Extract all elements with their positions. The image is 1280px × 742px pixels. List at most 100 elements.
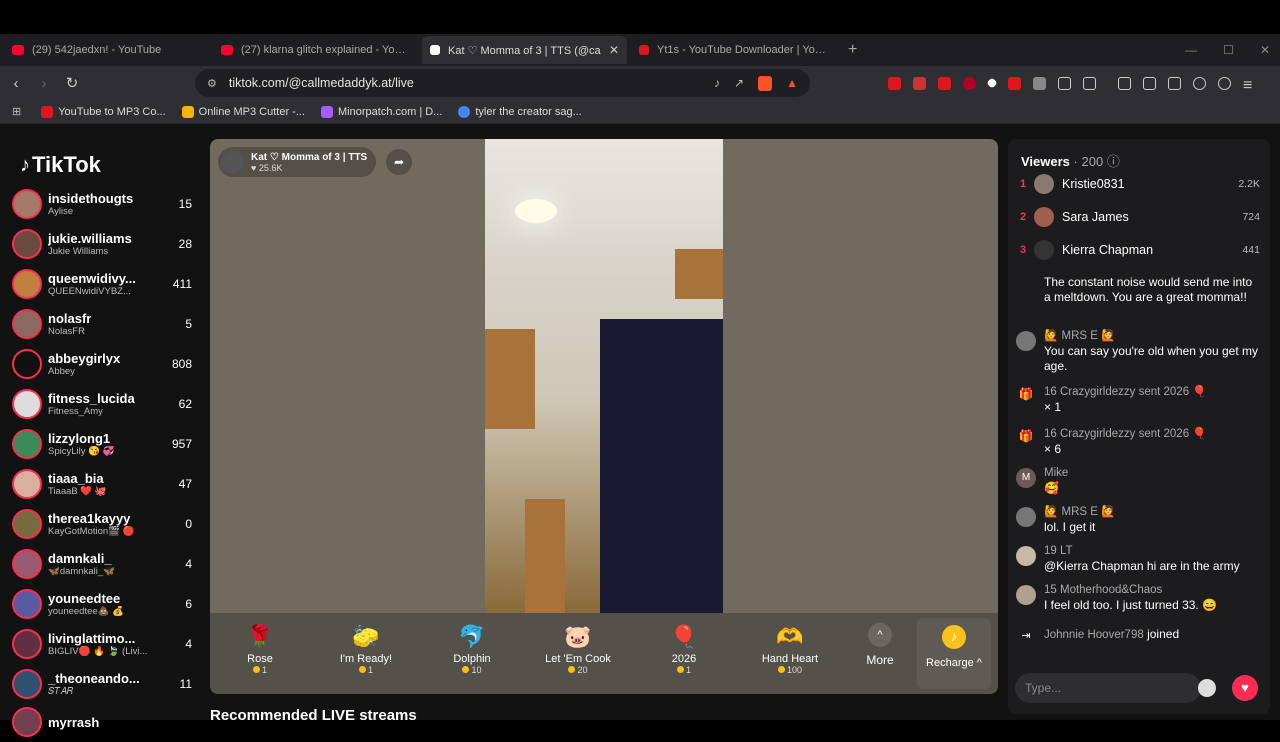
- top-viewer[interactable]: 1 Kristie0831 2.2K: [1020, 172, 1260, 196]
- like-heart-icon[interactable]: ♥: [1232, 675, 1258, 701]
- tab-youtube-1[interactable]: (29) 542jaedxn! - YouTube: [4, 36, 209, 64]
- upper-cabinet: [675, 249, 723, 299]
- gift-im-ready[interactable]: 🧽 I'm Ready! 1: [326, 621, 406, 675]
- emoji-icon[interactable]: [1198, 679, 1216, 697]
- sidebar-account[interactable]: tiaaa_bia TiaaaB ❤️ 🐙 47: [12, 464, 192, 504]
- google-icon: [458, 105, 471, 118]
- new-tab-button[interactable]: +: [848, 41, 857, 59]
- viewers-header[interactable]: Viewers · 200 ⓘ: [1021, 151, 1120, 170]
- sidebar-icon[interactable]: [1143, 76, 1156, 90]
- refrigerator: [600, 319, 723, 613]
- top-viewer[interactable]: 2 Sara James 724: [1020, 205, 1260, 229]
- screenshot-icon[interactable]: [1083, 76, 1096, 90]
- extension-ublock-icon[interactable]: [963, 76, 976, 90]
- sidebar-account[interactable]: jukie.williams Jukie Williams 28: [12, 224, 192, 264]
- sidebar-account[interactable]: therea1kayyy KayGotMotion🎬 🔴 0: [12, 504, 192, 544]
- bookmark-item[interactable]: tyler the creator sag...: [458, 105, 582, 118]
- apps-grid-icon[interactable]: ⊞: [12, 105, 21, 118]
- recharge-button[interactable]: ♪ Recharge ^: [917, 618, 991, 689]
- avatar: M: [1016, 468, 1036, 488]
- maximize-icon[interactable]: ☐: [1223, 43, 1234, 57]
- menu-icon[interactable]: ≡: [1243, 77, 1252, 94]
- sidebar-account[interactable]: queenwidivy... QUEENwidiVYBZ... 411: [12, 264, 192, 304]
- gift-dolphin[interactable]: 🐬 Dolphin 10: [432, 621, 512, 675]
- help-icon[interactable]: ⓘ: [1107, 154, 1120, 169]
- gift-rose[interactable]: 🌹 Rose 1: [220, 621, 300, 675]
- vpn-icon[interactable]: [1218, 76, 1231, 90]
- avatar: [1016, 507, 1036, 527]
- youtube-icon: [221, 45, 233, 55]
- reload-icon[interactable]: ↻: [60, 74, 84, 92]
- tab-youtube-2[interactable]: (27) klarna glitch explained - YouTube: [213, 36, 418, 64]
- avatar: [12, 707, 42, 737]
- minimize-icon[interactable]: —: [1185, 43, 1197, 57]
- chat-input[interactable]: Type...: [1015, 673, 1201, 703]
- media-icon[interactable]: [1118, 76, 1131, 90]
- mute-icon[interactable]: ♪: [714, 76, 720, 90]
- chat-message: 15 Motherhood&Chaos I feel old too. I jus…: [1016, 583, 1261, 613]
- brave-rewards-icon[interactable]: ▲: [786, 76, 798, 90]
- address-bar[interactable]: ⚙ tiktok.com/@callmedaddyk.at/live ♪ ↗ ▲: [195, 69, 810, 97]
- more-gifts-button[interactable]: ^ More: [858, 623, 902, 667]
- leo-ai-icon[interactable]: [1193, 76, 1206, 90]
- sidebar-account[interactable]: livinglattimo... BIGLIV🛑 🔥 🍃 (Livi... 4: [12, 624, 192, 664]
- extension-play-icon[interactable]: [938, 76, 951, 90]
- coin-icon: [358, 666, 366, 673]
- extensions-bar: ≡: [888, 66, 1252, 100]
- sidebar-account[interactable]: nolasfr NolasFR 5: [12, 304, 192, 344]
- tab-yt1s[interactable]: Yt1s - YouTube Downloader | YouTube: [631, 36, 836, 64]
- coin-icon: [777, 666, 785, 673]
- avatar: [12, 429, 42, 459]
- sidebar-account[interactable]: damnkali_ 🦋damnkali_🦋 4: [12, 544, 192, 584]
- live-video[interactable]: [485, 139, 723, 613]
- gift-hand-heart[interactable]: 🫶 Hand Heart 100: [750, 621, 830, 675]
- tiktok-logo[interactable]: ♪ TikTok: [20, 152, 101, 178]
- extensions-puzzle-icon[interactable]: [1058, 76, 1071, 90]
- tab-tiktok[interactable]: Kat ♡ Momma of 3 | TTS (@ca ✕: [422, 36, 627, 64]
- bookmark-item[interactable]: YouTube to MP3 Co...: [41, 105, 166, 118]
- chat-message: ⇥ Johnnie Hoover798 joined: [1016, 627, 1261, 649]
- tiktok-note-icon: ♪: [20, 153, 30, 176]
- extension-record-icon[interactable]: [913, 76, 926, 90]
- sidebar-account[interactable]: _theoneando... 𝑆𝑇𝐴𝑅 11: [12, 664, 192, 704]
- close-window-icon[interactable]: ✕: [1260, 43, 1270, 57]
- sidebar-account[interactable]: myrrash: [12, 702, 192, 742]
- forward-icon[interactable]: ›: [32, 75, 56, 92]
- site-info-icon[interactable]: ⚙: [207, 77, 217, 90]
- wallet-icon[interactable]: [1168, 76, 1181, 90]
- sidebar-account[interactable]: insidethougts Aylise 15: [12, 184, 192, 224]
- avatar: [12, 389, 42, 419]
- brave-shield-icon[interactable]: [758, 75, 773, 91]
- coin-icon: [568, 666, 576, 673]
- recommended-heading: Recommended LIVE streams: [210, 707, 417, 724]
- extension-pen-icon[interactable]: [1008, 76, 1021, 90]
- url-text: tiktok.com/@callmedaddyk.at/live: [228, 76, 414, 90]
- bookmark-favicon: [321, 105, 334, 118]
- extension-youtube-icon[interactable]: [888, 76, 901, 90]
- avatar: [12, 629, 42, 659]
- gift-icon: 🎁: [1018, 387, 1034, 401]
- extension-diamond-icon[interactable]: [986, 77, 998, 89]
- back-icon[interactable]: ‹: [4, 75, 28, 92]
- chat-message: 🎁 16 Crazygirldezzy sent 2026 🎈 × 1: [1016, 385, 1261, 415]
- tiktok-icon: [430, 45, 440, 55]
- extension-gray-icon[interactable]: [1033, 76, 1046, 90]
- gift-let-em-cook[interactable]: 🐷 Let 'Em Cook 20: [538, 621, 618, 675]
- sidebar-account[interactable]: abbeygirlyx Abbey 808: [12, 344, 192, 384]
- sidebar-account[interactable]: fitness_lucida Fitness_Amy 62: [12, 384, 192, 424]
- gift-bar: 🌹 Rose 1 🧽 I'm Ready! 1 🐬 Dolphin 10 🐷 Let 'Em …: [210, 613, 998, 694]
- gift-2026[interactable]: 🎈 2026 1: [644, 621, 724, 675]
- sidebar-account[interactable]: lizzylong1 SpicyLily 😘 💞 957: [12, 424, 192, 464]
- bookmark-favicon: [181, 105, 194, 118]
- window-controls: — ☐ ✕: [1185, 34, 1270, 66]
- sidebar-account[interactable]: youneedtee youneedtee💩 💰 6: [12, 584, 192, 624]
- bookmark-item[interactable]: Minorpatch.com | D...: [321, 105, 442, 118]
- top-viewer[interactable]: 3 Kierra Chapman 441: [1020, 238, 1260, 262]
- live-stage: Kat ♡ Momma of 3 | TTS ♥ 25.6K ➦ 🌹 Rose 1 …: [210, 139, 998, 694]
- share-icon[interactable]: ↗: [734, 76, 744, 90]
- avatar: [1016, 331, 1036, 351]
- share-button[interactable]: ➦: [386, 149, 412, 175]
- close-icon[interactable]: ✕: [609, 43, 619, 57]
- host-card[interactable]: Kat ♡ Momma of 3 | TTS ♥ 25.6K: [218, 147, 376, 177]
- bookmark-item[interactable]: Online MP3 Cutter -...: [181, 105, 305, 118]
